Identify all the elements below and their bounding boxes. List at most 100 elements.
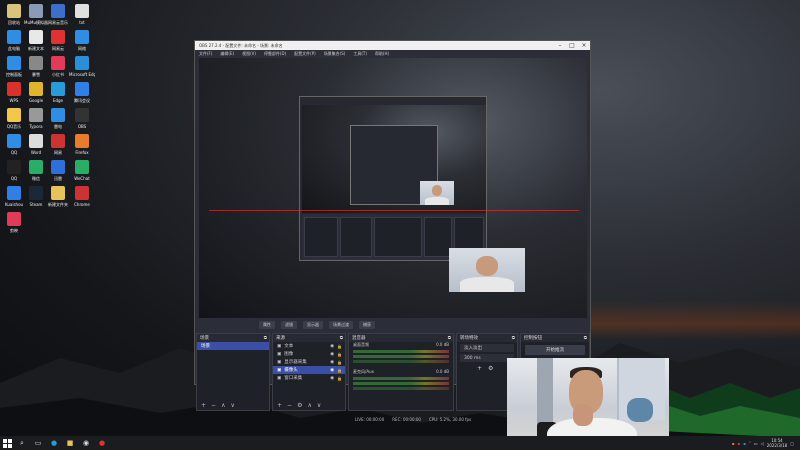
dock-float-icon[interactable]: ⧉: [340, 335, 343, 341]
desktop-icon[interactable]: Chrome: [70, 186, 94, 207]
app-icon: [29, 4, 43, 18]
transition-select[interactable]: 淡入淡出: [460, 344, 514, 352]
menu-item[interactable]: 文件(F): [199, 51, 212, 57]
desktop-icon[interactable]: 网易云音乐: [46, 4, 70, 26]
app-icon: [75, 56, 89, 70]
lock-icon[interactable]: 🔒: [337, 368, 342, 373]
desktop-icon[interactable]: Microsoft Edge: [69, 56, 95, 77]
lock-icon[interactable]: 🔒: [337, 376, 342, 381]
menu-item[interactable]: 编辑(E): [220, 51, 234, 57]
volume-slider[interactable]: [353, 360, 449, 363]
obs-taskbar-icon[interactable]: ◉: [80, 437, 92, 449]
desktop-icon-label: Microsoft Edge: [69, 72, 95, 77]
toolbar-button[interactable]: 捕获: [359, 321, 375, 329]
desktop-icon[interactable]: OBS: [70, 108, 94, 129]
dock-float-icon[interactable]: ⧉: [448, 335, 451, 341]
desktop-icon[interactable]: 小红书: [46, 56, 70, 78]
start-button[interactable]: [0, 436, 14, 450]
source-item[interactable]: ▣ 窗口采集 ◉ 🔒: [273, 374, 345, 382]
desktop-icon[interactable]: 迅雷: [46, 160, 70, 182]
desktop-icon-label: Edge: [52, 98, 64, 103]
app-icon: [7, 4, 21, 18]
source-item[interactable]: ▣ 文本 ◉ 🔒: [273, 342, 345, 350]
desktop-icon[interactable]: 网络: [70, 30, 94, 52]
add-icon[interactable]: +: [477, 365, 482, 372]
lock-icon[interactable]: 🔒: [337, 344, 342, 349]
app-icon: [75, 30, 89, 44]
maximize-icon[interactable]: □: [566, 42, 578, 49]
eye-icon[interactable]: ◉: [330, 352, 334, 357]
add-icon[interactable]: +: [201, 402, 206, 409]
file-explorer-icon[interactable]: ■: [64, 437, 76, 449]
desktop-icon[interactable]: txt: [70, 4, 94, 25]
notification-icon[interactable]: ▢: [790, 441, 794, 446]
desktop-icon[interactable]: Edge: [46, 82, 70, 103]
source-type-icon: ▣: [277, 359, 282, 365]
eye-icon[interactable]: ◉: [330, 360, 334, 365]
search-icon[interactable]: ⌕: [16, 437, 28, 449]
down-icon[interactable]: ∨: [230, 402, 234, 409]
tray-app-icon[interactable]: ▪: [743, 441, 746, 446]
up-icon[interactable]: ∧: [307, 402, 311, 409]
clock[interactable]: 10:54 2022/3/18: [767, 438, 788, 448]
control-button[interactable]: 开始推流: [525, 345, 585, 355]
eye-icon[interactable]: ◉: [330, 344, 334, 349]
remove-icon[interactable]: −: [287, 402, 292, 409]
volume-slider[interactable]: [353, 387, 449, 390]
menu-item[interactable]: 配置文件(P): [294, 51, 316, 57]
minimize-icon[interactable]: –: [554, 42, 566, 49]
menu-item[interactable]: 工具(T): [353, 51, 367, 57]
netease-icon[interactable]: ●: [96, 437, 108, 449]
source-item[interactable]: ▣ 摄像头 ◉ 🔒: [273, 366, 345, 374]
dock-float-icon[interactable]: ⧉: [584, 335, 587, 341]
up-icon[interactable]: ∧: [221, 402, 225, 409]
chevron-up-icon[interactable]: ˄: [749, 441, 751, 446]
source-label: 文本: [284, 344, 294, 349]
toolbar-button[interactable]: 属性: [259, 321, 275, 329]
obs-preview[interactable]: [199, 58, 587, 318]
network-icon[interactable]: ▭: [754, 441, 758, 446]
gear-icon[interactable]: ⚙: [488, 365, 493, 372]
add-icon[interactable]: +: [277, 402, 282, 409]
app-icon: [75, 134, 89, 148]
menu-item[interactable]: 视图(V): [242, 51, 256, 57]
desktop-icon[interactable]: 雷电: [46, 108, 70, 130]
transitions-header: 转场特效: [460, 336, 478, 341]
toolbar-button[interactable]: 显示器: [303, 321, 323, 329]
desktop-icon[interactable]: 网易云: [46, 30, 70, 52]
desktop-icon[interactable]: 新建文件夹: [46, 186, 70, 208]
remove-icon[interactable]: −: [211, 402, 216, 409]
down-icon[interactable]: ∨: [317, 402, 321, 409]
menu-item[interactable]: 帮助(H): [375, 51, 389, 57]
desktop-icon[interactable]: 剪映: [2, 212, 26, 234]
desktop-icon[interactable]: WeChat: [70, 160, 94, 181]
close-icon[interactable]: ×: [578, 42, 590, 49]
taskbar: ⌕ ▭ ● ■ ◉ ● ▪ ▪ ▪ ˄ ▭ ◁ 10:54 2022/3/18 …: [0, 436, 800, 450]
volume-icon[interactable]: ◁: [761, 441, 764, 446]
desktop-icon[interactable]: 网易: [46, 134, 70, 156]
lock-icon[interactable]: 🔒: [337, 360, 342, 365]
lock-icon[interactable]: 🔒: [337, 352, 342, 357]
eye-icon[interactable]: ◉: [330, 368, 334, 373]
dock-float-icon[interactable]: ⧉: [512, 335, 515, 341]
dock-float-icon[interactable]: ⧉: [264, 335, 267, 341]
toolbar-button[interactable]: 场景过渡: [329, 321, 353, 329]
status-bar: LIVE: 00:00:00 REC: 00:00:00 CPU: 5.2%, 30…: [355, 417, 471, 422]
toolbar-button[interactable]: 滤镜: [281, 321, 297, 329]
desktop-icon[interactable]: 腾讯会议: [70, 82, 94, 104]
app-icon: [29, 134, 43, 148]
tray-app-icon[interactable]: ▪: [737, 441, 740, 446]
task-view-icon[interactable]: ▭: [32, 437, 44, 449]
eye-icon[interactable]: ◉: [330, 376, 334, 381]
menu-item[interactable]: 停靠部件(D): [264, 51, 286, 57]
scene-item[interactable]: 场景: [197, 342, 269, 350]
tray-app-icon[interactable]: ▪: [732, 441, 735, 446]
edge-icon[interactable]: ●: [48, 437, 60, 449]
desktop-icon[interactable]: Firefox: [70, 134, 94, 155]
gear-icon[interactable]: ⚙: [297, 402, 302, 409]
app-icon: [51, 82, 65, 96]
source-item[interactable]: ▣ 图像 ◉ 🔒: [273, 350, 345, 358]
menu-item[interactable]: 场景集合(S): [324, 51, 346, 57]
duration-field[interactable]: 300 ms: [460, 354, 514, 362]
source-item[interactable]: ▣ 显示器采集 ◉ 🔒: [273, 358, 345, 366]
